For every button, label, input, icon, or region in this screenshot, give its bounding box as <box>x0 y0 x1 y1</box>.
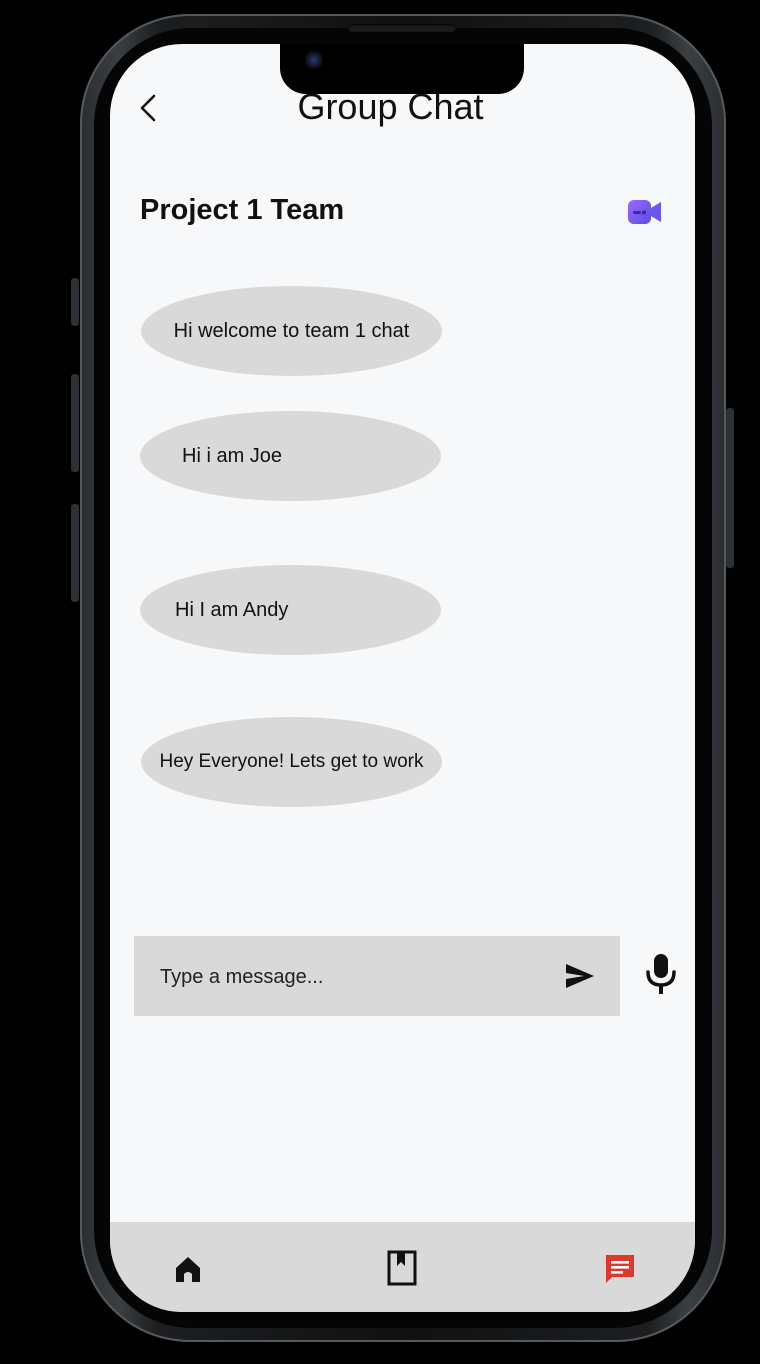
message-composer <box>134 936 620 1016</box>
message-input[interactable] <box>158 956 542 998</box>
message-bubble: Hi I am Andy <box>140 565 441 655</box>
side-button-power <box>726 408 734 568</box>
front-camera <box>305 51 323 69</box>
video-call-button[interactable] <box>627 198 663 226</box>
nav-item-bookmarks[interactable] <box>384 1250 420 1286</box>
message-text: Hi i am Joe <box>182 444 283 467</box>
message-text: Hey Everyone! Lets get to work <box>159 751 424 772</box>
earpiece-speaker <box>348 24 456 32</box>
nav-item-home[interactable] <box>171 1252 205 1286</box>
send-button[interactable] <box>564 960 596 992</box>
home-icon <box>176 1257 200 1282</box>
send-icon <box>566 964 594 988</box>
app-screen: Group Chat Project 1 Team Hi welcome to … <box>110 44 695 1312</box>
chat-title: Project 1 Team <box>140 194 345 226</box>
message-text: Hi welcome to team 1 chat <box>173 319 410 342</box>
microphone-icon <box>646 954 676 994</box>
bottom-navigation <box>110 1222 695 1312</box>
message-bubble: Hi i am Joe <box>140 411 441 501</box>
microphone-button[interactable] <box>644 952 678 996</box>
message-bubble: Hey Everyone! Lets get to work <box>141 717 442 807</box>
bookmark-icon <box>387 1250 417 1286</box>
message-bubble: Hi welcome to team 1 chat <box>141 286 442 376</box>
side-button-silent <box>71 278 79 326</box>
video-camera-icon <box>628 200 661 224</box>
message-text: Hi I am Andy <box>175 598 289 621</box>
nav-item-messages[interactable] <box>603 1252 637 1286</box>
chat-icon <box>606 1255 634 1283</box>
side-button-volume-up <box>71 374 79 472</box>
side-button-volume-down <box>71 504 79 602</box>
